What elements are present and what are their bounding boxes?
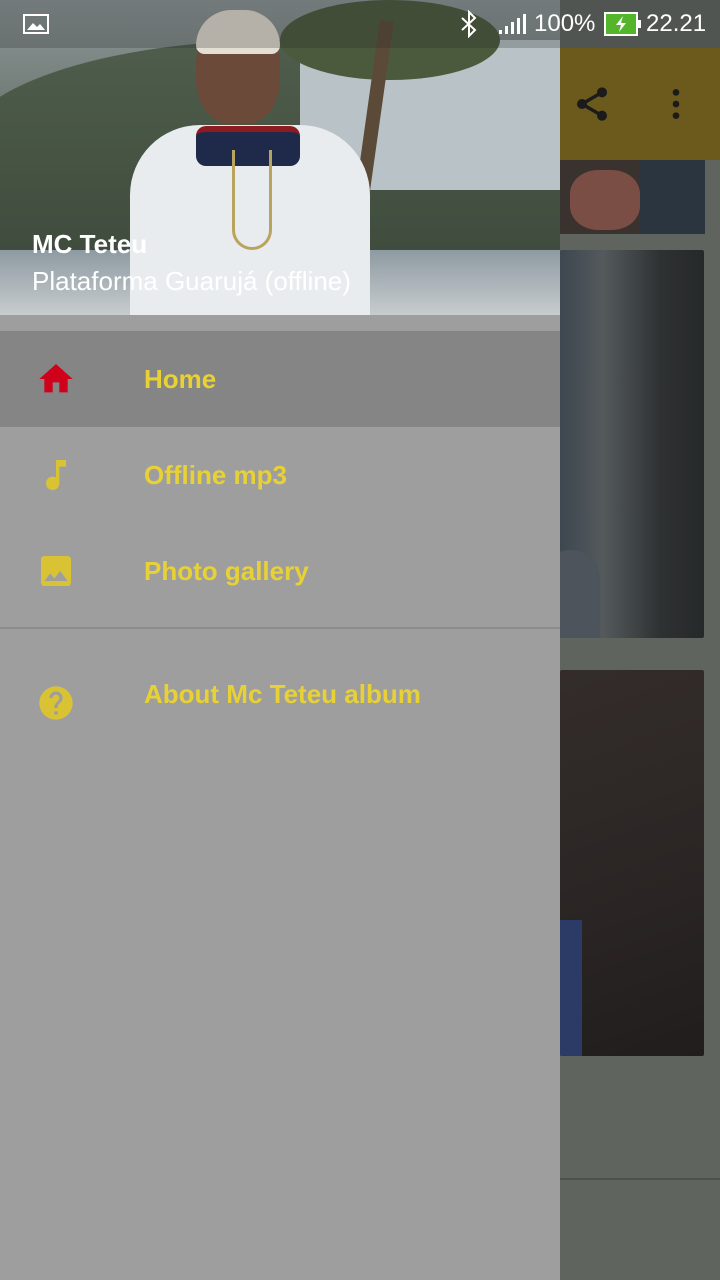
menu-divider (0, 627, 560, 629)
share-icon (577, 87, 607, 121)
menu-item-label: About Mc Teteu album (144, 679, 421, 709)
more-vertical-icon (672, 89, 680, 119)
music-note-icon (36, 455, 76, 495)
signal-icon (498, 12, 526, 41)
navigation-drawer: MC Teteu Plataforma Guarujá (offline) Ho… (0, 0, 560, 1280)
menu-item-label: Offline mp3 (144, 460, 288, 490)
drawer-header-title: MC Teteu (32, 229, 148, 259)
home-icon (36, 359, 76, 399)
menu-item-label: Photo gallery (144, 556, 309, 586)
drawer-menu: Home Offline mp3 Photo gallery About Mc … (0, 331, 560, 751)
gallery-card[interactable] (560, 250, 704, 638)
image-icon (36, 551, 76, 591)
image-notification-icon (22, 12, 50, 41)
drawer-header-subtitle: Plataforma Guarujá (offline) (32, 266, 351, 296)
battery-percent: 100% (534, 10, 596, 37)
menu-item-offline-mp3[interactable]: Offline mp3 (0, 427, 560, 523)
menu-item-label: Home (144, 364, 217, 394)
status-bar: 100% 22.21 (0, 0, 720, 48)
gallery-card[interactable] (560, 670, 704, 1056)
divider (560, 1178, 720, 1180)
menu-item-home[interactable]: Home (0, 331, 560, 427)
clock: 22.21 (646, 10, 707, 37)
help-icon (36, 683, 76, 723)
menu-item-about[interactable]: About Mc Teteu album (0, 637, 560, 751)
more-options-button[interactable] (644, 72, 708, 136)
menu-item-photo-gallery[interactable]: Photo gallery (0, 523, 560, 619)
bluetooth-icon (458, 9, 480, 43)
share-button[interactable] (560, 72, 624, 136)
battery-charging-icon (604, 12, 642, 41)
background-image-strip (560, 160, 705, 234)
